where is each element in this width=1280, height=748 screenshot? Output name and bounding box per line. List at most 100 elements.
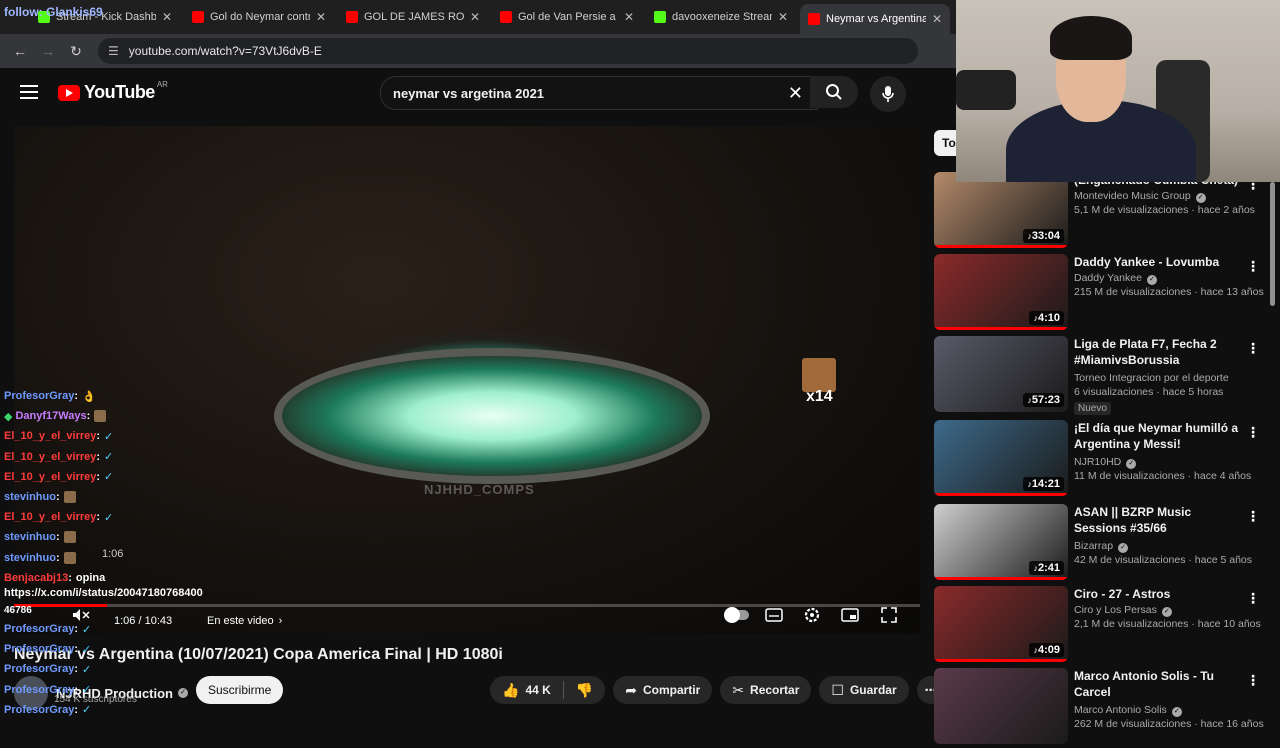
miniplayer-icon[interactable] [835,602,865,628]
video-thumbnail[interactable]: 33:04 [934,172,1068,248]
site-info-icon[interactable]: ☰ [108,44,119,58]
video-thumbnail[interactable]: 57:23 [934,336,1068,412]
related-video-item[interactable]: Marco Antonio Solis - Tu Carcel Marco Ant… [934,668,1266,748]
video-thumbnail[interactable]: 14:21 [934,420,1068,496]
chat-emote-icon [63,551,76,564]
watched-progress-bar [934,577,1068,580]
dislike-button[interactable]: 👎 [564,676,605,704]
more-options-icon[interactable]: ⋮ [1246,258,1260,275]
chat-check-icon: ✓ [81,704,92,717]
related-video-title[interactable]: Liga de Plata F7, Fecha 2 #MiamivsBoruss… [1074,336,1242,368]
related-video-meta: 42 M de visualizaciones · hace 5 años [1074,554,1253,566]
verified-icon: ✓ [1161,607,1172,617]
close-tab-icon[interactable]: ✕ [624,10,634,24]
share-icon: ➦ [625,681,637,698]
video-thumbnail[interactable]: 4:10 [934,254,1068,330]
related-video-channel[interactable]: Montevideo Music Group ✓ [1074,190,1206,203]
youtube-logo[interactable]: YouTube AR [58,80,168,103]
close-tab-icon[interactable]: ✕ [162,10,172,24]
more-options-icon[interactable]: ⋮ [1246,424,1260,441]
more-options-icon[interactable]: ⋮ [1246,340,1260,357]
related-video-title[interactable]: Ciro - 27 - Astros [1074,586,1242,602]
related-video-title[interactable]: Marco Antonio Solis - Tu Carcel [1074,668,1242,700]
chat-message: El_10_y_el_virrey : ✓ [4,511,114,524]
browser-tab[interactable]: Gol do Neymar contra ✕ [184,4,334,30]
stadium-image [274,348,710,484]
clip-button[interactable]: ✂ Recortar [720,676,812,704]
related-video-title[interactable]: ¡El día que Neymar humilló a Argentina y… [1074,420,1242,452]
chat-message: ProfesorGray : ✓ [4,683,92,697]
related-video-channel[interactable]: Ciro y Los Persas ✓ [1074,604,1172,617]
search-box[interactable]: neymar vs argetina 2021 ✕ [380,76,818,110]
related-video-channel[interactable]: Bizarrap ✓ [1074,540,1129,553]
video-thumbnail[interactable]: 2:41 [934,504,1068,580]
related-video-title[interactable]: Daddy Yankee - Lovumba [1074,254,1242,270]
related-video-channel[interactable]: Daddy Yankee ✓ [1074,272,1157,285]
close-tab-icon[interactable]: ✕ [316,10,326,24]
close-tab-icon[interactable]: ✕ [932,12,942,26]
related-video-item[interactable]: 2:41 ASAN || BZRP Music Sessions #35/66 Bi… [934,504,1266,584]
chat-username: El_10_y_el_virrey [4,511,97,524]
chat-check-icon: ✓ [81,623,92,636]
related-video-channel[interactable]: Marco Antonio Solis ✓ [1074,704,1182,717]
channel-name-text: Daddy Yankee [1074,272,1142,284]
chat-message: ◆ Danyf17Ways : [0,406,210,426]
subtitles-icon[interactable] [759,602,789,628]
chat-message: ProfesorGray : ✓ [4,703,92,717]
more-options-icon[interactable]: ⋮ [1246,590,1260,607]
related-video-item[interactable]: 4:09 Ciro - 27 - Astros Ciro y Los Persas ✓… [934,586,1266,666]
like-button[interactable]: 👍 44 K [490,676,563,704]
url-field[interactable]: ☰ youtube.com/watch?v=73VtJ6dvB-E [98,38,918,64]
search-button[interactable] [810,76,858,108]
chat-username: stevinhuo [4,491,56,504]
like-dislike-group: 👍 44 K 👎 [490,676,606,704]
bookmark-icon: ☐ [831,681,844,698]
related-video-item[interactable]: 4:10 Daddy Yankee - Lovumba Daddy Yankee ✓2… [934,254,1266,334]
more-options-icon[interactable]: ⋮ [1246,508,1260,525]
country-code: AR [156,80,168,89]
video-thumbnail[interactable]: 4:09 [934,586,1068,662]
video-thumbnail[interactable] [934,668,1068,744]
related-video-channel[interactable]: NJR10HD ✓ [1074,456,1137,469]
related-video-meta: 11 M de visualizaciones · hace 4 años [1074,470,1252,482]
in-video-button[interactable]: En este video › [207,610,282,632]
channel-name-text: Montevideo Music Group [1074,190,1191,202]
reload-icon[interactable]: ↻ [62,43,90,60]
fullscreen-icon[interactable] [874,602,904,628]
browser-tab[interactable]: GOL DE JAMES RODRI ✕ [338,4,488,30]
verified-icon: ✓ [1146,275,1157,285]
autoplay-toggle[interactable] [722,602,752,628]
browser-tab[interactable]: Neymar vs Argentina (✕ [800,4,950,34]
menu-icon[interactable] [20,85,38,99]
browser-tab[interactable]: davooxeneize Stream ✕ [646,4,796,30]
sidebar-scrollbar[interactable] [1270,182,1275,306]
chat-username: Benjacabj13 [4,571,69,584]
watched-progress-bar [934,327,1068,330]
related-video-item[interactable]: 57:23 Liga de Plata F7, Fecha 2 #MiamivsB… [934,336,1266,416]
save-button[interactable]: ☐ Guardar [819,676,909,704]
related-video-channel[interactable]: Torneo Integracion por el deporte [1074,372,1229,384]
like-count: 44 K [525,683,551,697]
verified-icon: ✓ [1126,459,1137,469]
video-duration: 33:04 [1023,229,1064,243]
forward-icon[interactable]: → [34,43,62,59]
back-icon[interactable]: ← [6,43,34,59]
close-tab-icon[interactable]: ✕ [470,10,480,24]
related-video-item[interactable]: 33:04(Enganchado Cumbia Cheta)Montevideo… [934,172,1266,252]
search-input[interactable]: neymar vs argetina 2021 [393,86,788,101]
close-tab-icon[interactable]: ✕ [778,10,788,24]
related-video-title[interactable]: ASAN || BZRP Music Sessions #35/66 [1074,504,1242,536]
chat-check-icon: ✓ [81,643,92,656]
share-button[interactable]: ➦ Compartir [613,676,713,704]
tab-title: Gol do Neymar contra [210,11,310,23]
related-video-item[interactable]: 14:21 ¡El día que Neymar humilló a Argent… [934,420,1266,500]
clear-search-icon[interactable]: ✕ [788,83,803,104]
chat-emote-icon [63,531,76,544]
settings-gear-icon[interactable] [797,602,827,628]
video-duration: 14:21 [1023,477,1064,491]
emote-count: x14 [806,388,833,405]
chat-message: ProfesorGray : 👌 [4,390,96,403]
browser-tab[interactable]: Gol de Van Persie a Esp ✕ [492,4,642,30]
more-options-icon[interactable]: ⋮ [1246,672,1260,689]
voice-search-button[interactable] [870,76,906,112]
